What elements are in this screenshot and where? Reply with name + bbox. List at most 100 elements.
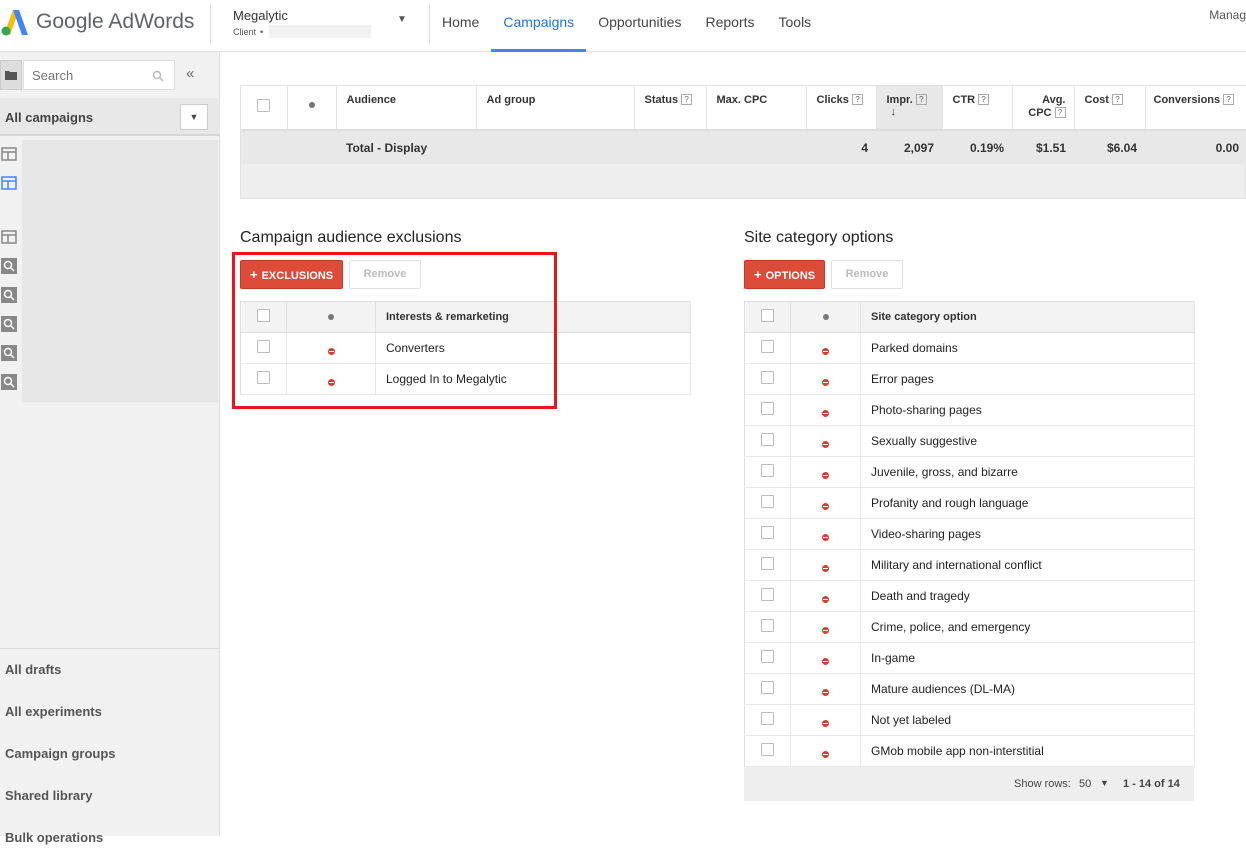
chevron-down-icon[interactable]: ▼ [1100,778,1109,788]
sidebar-link-all-experiments[interactable]: All experiments [0,691,220,733]
excluded-icon [822,472,829,479]
help-icon[interactable]: ? [1111,94,1123,105]
select-all-checkbox[interactable] [761,309,774,322]
nav-home[interactable]: Home [430,0,491,52]
col-avg-cpc[interactable]: Avg. CPC? [1012,86,1075,131]
help-icon[interactable]: ? [1054,107,1066,118]
excluded-icon [822,503,829,510]
col-cost[interactable]: Cost? [1074,86,1146,131]
row-checkbox[interactable] [761,464,774,477]
sidebar-link-all-drafts[interactable]: All drafts [0,649,220,691]
account-dropdown-icon[interactable]: ▼ [397,14,407,25]
all-campaigns-dropdown-icon[interactable]: ▼ [180,104,208,130]
all-campaigns-selector[interactable]: All campaigns ▼ [0,98,220,136]
row-checkbox[interactable] [761,402,774,415]
site-category-name: Profanity and rough language [860,487,1195,519]
excluded-icon [822,379,829,386]
select-all-checkbox[interactable] [257,99,271,112]
display-campaign-icon[interactable] [1,229,17,245]
excluded-icon [822,534,829,541]
show-rows-select[interactable]: 50 [1079,778,1091,790]
help-icon[interactable]: ? [978,94,990,105]
sidebar-bottom-links: All drafts All experiments Campaign grou… [0,648,220,859]
col-conversions[interactable]: Conversions? [1145,86,1246,131]
row-checkbox[interactable] [761,433,774,446]
sidebar: « All campaigns ▼ All drafts All experim… [0,52,220,845]
main-nav: Home Campaigns Opportunities Reports Too… [430,0,823,52]
site-category-name: Crime, police, and emergency [860,611,1195,643]
account-sub: Client • [233,25,372,38]
excluded-icon [822,627,829,634]
redacted-account-id [269,25,372,38]
add-options-button[interactable]: + OPTIONS [744,260,826,289]
row-checkbox[interactable] [761,588,774,601]
nav-campaigns[interactable]: Campaigns [491,0,587,52]
remove-options-button[interactable]: Remove [831,260,903,289]
status-dot-header [287,86,337,131]
search-campaign-icon[interactable] [1,345,17,361]
col-site-category-option[interactable]: Site category option [860,301,1195,333]
sidebar-link-campaign-groups[interactable]: Campaign groups [0,733,220,775]
nav-reports[interactable]: Reports [693,0,766,52]
search-icon[interactable] [152,69,164,87]
search-campaign-icon[interactable] [1,258,17,274]
manager-link[interactable]: Manag [1209,8,1246,22]
site-category-name: Sexually suggestive [860,425,1195,457]
row-checkbox[interactable] [761,526,774,539]
table-footer: Show rows: 50 ▼ 1 - 14 of 14 [744,767,1194,801]
search-campaign-icon[interactable] [1,374,17,390]
account-switcher[interactable]: Megalytic Client • [233,8,372,38]
top-bar: Google AdWords Megalytic Client • ▼ Home… [0,0,1246,52]
display-campaign-icon[interactable] [1,146,17,162]
col-status[interactable]: Status? [634,86,707,131]
table-row: Error pages [744,363,1195,395]
col-max-cpc[interactable]: Max. CPC [706,86,807,131]
bullet-icon: • [260,26,264,37]
account-type: Client [233,26,257,37]
sidebar-link-shared-library[interactable]: Shared library [0,775,220,817]
col-audience[interactable]: Audience [336,86,477,131]
help-icon[interactable]: ? [915,94,927,105]
table-row: In-game [744,642,1195,674]
col-ad-group[interactable]: Ad group [476,86,635,131]
select-all-checkbox-cell [241,86,288,131]
total-cost: $6.04 [1074,129,1145,164]
row-checkbox[interactable] [761,371,774,384]
row-checkbox[interactable] [761,650,774,663]
col-cost-label: Cost [1084,94,1109,106]
collapse-sidebar-button[interactable]: « [186,65,194,82]
help-icon[interactable]: ? [681,94,693,105]
search-campaign-icon[interactable] [1,287,17,303]
row-checkbox[interactable] [761,495,774,508]
table-row: Military and international conflict [744,549,1195,581]
table-row: Crime, police, and emergency [744,611,1195,643]
col-clicks-label: Clicks [816,94,849,106]
nav-tools[interactable]: Tools [767,0,824,52]
total-impr: 2,097 [876,129,942,164]
help-icon[interactable]: ? [1223,94,1235,105]
adwords-logo[interactable]: Google AdWords [0,6,194,38]
row-checkbox[interactable] [761,557,774,570]
row-checkbox[interactable] [761,681,774,694]
sidebar-link-bulk-operations[interactable]: Bulk operations [0,817,220,859]
row-checkbox[interactable] [761,619,774,632]
help-icon[interactable]: ? [851,94,863,105]
all-campaigns-label: All campaigns [5,110,94,125]
site-category-name: Military and international conflict [860,549,1195,581]
row-checkbox[interactable] [761,743,774,756]
display-campaign-icon[interactable] [1,175,17,191]
site-category-name: Not yet labeled [860,704,1195,736]
logo-text: Google AdWords [36,10,195,33]
row-checkbox[interactable] [761,712,774,725]
folder-icon[interactable] [0,60,22,90]
col-impr[interactable]: Impr. ? ↓ [876,86,943,131]
search-campaign-icon[interactable] [1,316,17,332]
nav-opportunities[interactable]: Opportunities [586,0,693,52]
col-ctr[interactable]: CTR? [942,86,1013,131]
row-checkbox[interactable] [761,340,774,353]
table-row: Juvenile, gross, and bizarre [744,456,1195,488]
col-impr-label: Impr. [886,94,913,106]
col-max-cpc-label: Max. CPC [716,94,768,106]
status-dot-icon [308,102,315,108]
col-clicks[interactable]: Clicks? [806,86,877,131]
